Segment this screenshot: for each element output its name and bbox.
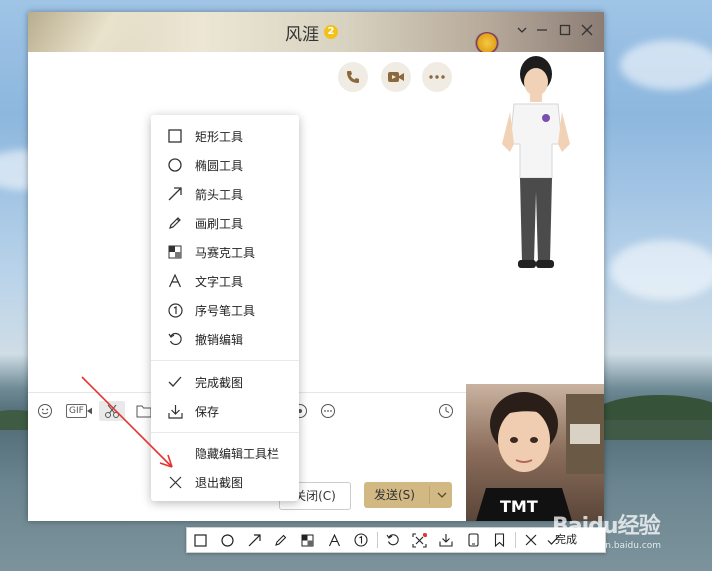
chevron-down-icon[interactable] [432,482,452,508]
menu-item-undo[interactable]: 撤销编辑 [151,324,299,353]
menu-item-label: 序号笔工具 [195,304,256,318]
menu-item-label: 箭头工具 [195,188,244,202]
minimize-icon[interactable] [532,21,552,41]
check-icon [166,373,184,391]
menu-item-mosaic[interactable]: 马赛克工具 [151,237,299,266]
number-pen-icon [166,301,184,319]
pencil-icon[interactable] [270,530,290,550]
menu-separator [151,360,299,361]
undo-icon [166,330,184,348]
menu-item-label: 画刷工具 [195,217,244,231]
menu-item-label: 退出截图 [195,476,244,490]
more-icon[interactable] [422,62,452,92]
title-bar: 风涯 2 [28,12,604,54]
ellipse-icon [166,156,184,174]
send-label: 发送(S) [374,488,415,502]
contact-name: 风涯 [285,25,319,45]
menu-item-label: 撤销编辑 [195,333,244,347]
menu-item-number-pen[interactable]: 序号笔工具 [151,295,299,324]
phone-icon[interactable] [338,62,368,92]
menu-item-rectangle[interactable]: 矩形工具 [151,121,299,150]
history-icon[interactable] [436,401,456,421]
menu-item-label: 隐藏编辑工具栏 [195,447,280,461]
ellipse-icon[interactable] [217,530,237,550]
menu-item-label: 矩形工具 [195,130,244,144]
title-decoration [474,32,500,54]
menu-item-arrow[interactable]: 箭头工具 [151,179,299,208]
menu-item-text[interactable]: 文字工具 [151,266,299,295]
bookmark-icon[interactable] [489,530,509,550]
menu-item-label: 完成截图 [195,376,244,390]
download-icon[interactable] [436,530,456,550]
menu-item-label: 文字工具 [195,275,244,289]
gif-icon[interactable]: GIF [66,401,92,421]
rectangle-icon [166,127,184,145]
menu-item-label: 椭圆工具 [195,159,244,173]
mosaic-icon[interactable] [297,530,317,550]
menu-item-exit-screenshot[interactable]: 退出截图 [151,467,299,496]
phone-send-icon[interactable] [463,530,483,550]
vip-badge: 2 [324,25,338,39]
maximize-icon[interactable] [555,21,575,41]
svg-text:TMT: TMT [500,497,538,516]
menu-item-brush[interactable]: 画刷工具 [151,208,299,237]
menu-item-save[interactable]: 保存 [151,396,299,425]
baidu-watermark-url: jingyan.baidu.com [578,541,662,551]
download-icon [166,402,184,420]
menu-item-label: 保存 [195,405,220,419]
video-icon[interactable] [381,62,411,92]
send-button[interactable]: 发送(S) [364,482,452,508]
menu-item-ellipse[interactable]: 椭圆工具 [151,150,299,179]
close-icon[interactable] [577,21,597,41]
self-avatar-face: TMT [466,384,604,521]
contact-avatar-figure [466,52,604,352]
screenshot-toolbar: 完成 [186,527,606,553]
menu-separator [151,432,299,433]
screenshot-context-menu: 矩形工具 椭圆工具 箭头工具 画刷工具 马赛克工具 文字工具 序号笔工具 撤销编… [151,115,299,501]
rectangle-icon[interactable] [190,530,210,550]
text-icon [166,272,184,290]
close-icon [166,473,184,491]
text-icon[interactable] [324,530,344,550]
arrow-icon[interactable] [244,530,264,550]
mosaic-icon [166,243,184,261]
menu-item-hide-toolbar[interactable]: 隐藏编辑工具栏 [151,438,299,467]
pencil-icon [166,214,184,232]
arrow-icon [166,185,184,203]
ocr-icon[interactable] [409,530,429,550]
undo-icon[interactable] [383,530,403,550]
baidu-watermark: Baidu经验 [552,514,661,539]
more-icon[interactable] [318,401,338,421]
scissors-icon[interactable] [99,401,125,421]
minimize-icon[interactable] [512,21,532,41]
emoji-icon[interactable] [35,401,55,421]
close-icon[interactable] [521,530,541,550]
menu-item-label: 马赛克工具 [195,246,256,260]
chat-window: 风涯 2 TMT GIF 关闭(C) 发送(S) [28,12,604,521]
number-pen-icon[interactable] [351,530,371,550]
menu-item-finish-screenshot[interactable]: 完成截图 [151,367,299,396]
